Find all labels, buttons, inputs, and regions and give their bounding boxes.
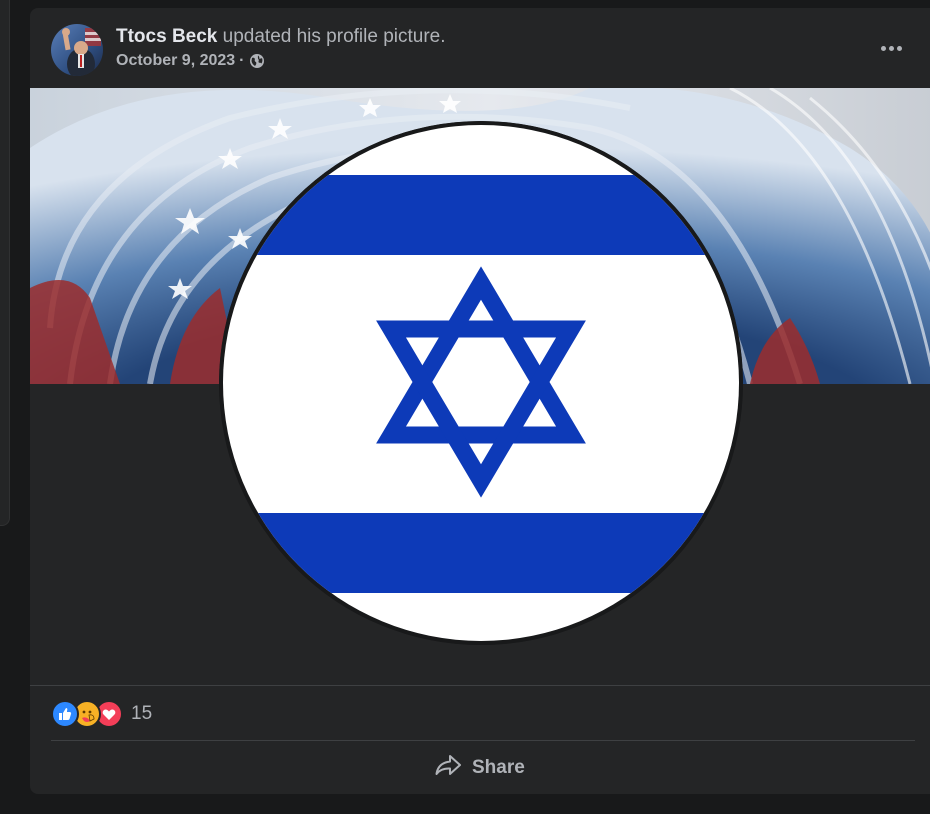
reaction-count[interactable]: 15 [131, 703, 152, 725]
meta-separator: · [239, 52, 245, 69]
post-meta: October 9, 2023 · [116, 52, 446, 70]
share-button[interactable]: Share [434, 752, 525, 784]
post-date[interactable]: October 9, 2023 [116, 52, 235, 70]
post-header: Ttocs Beck updated his profile picture. … [116, 24, 446, 70]
post-action-text: updated his profile picture. [222, 26, 446, 47]
post-headline: Ttocs Beck updated his profile picture. [116, 24, 446, 50]
divider [30, 685, 930, 686]
profile-picture[interactable] [219, 121, 743, 645]
post-card: Ttocs Beck updated his profile picture. … [30, 8, 930, 794]
share-label: Share [472, 757, 525, 778]
divider [51, 740, 915, 741]
share-icon [434, 753, 462, 783]
more-options-icon[interactable] [874, 34, 908, 62]
author-avatar[interactable] [51, 24, 103, 76]
author-name[interactable]: Ttocs Beck [116, 26, 217, 47]
like-reaction-icon [51, 700, 79, 728]
globe-icon[interactable] [249, 53, 265, 69]
left-panel [0, 0, 10, 526]
reactions-summary[interactable]: 15 [51, 700, 152, 728]
